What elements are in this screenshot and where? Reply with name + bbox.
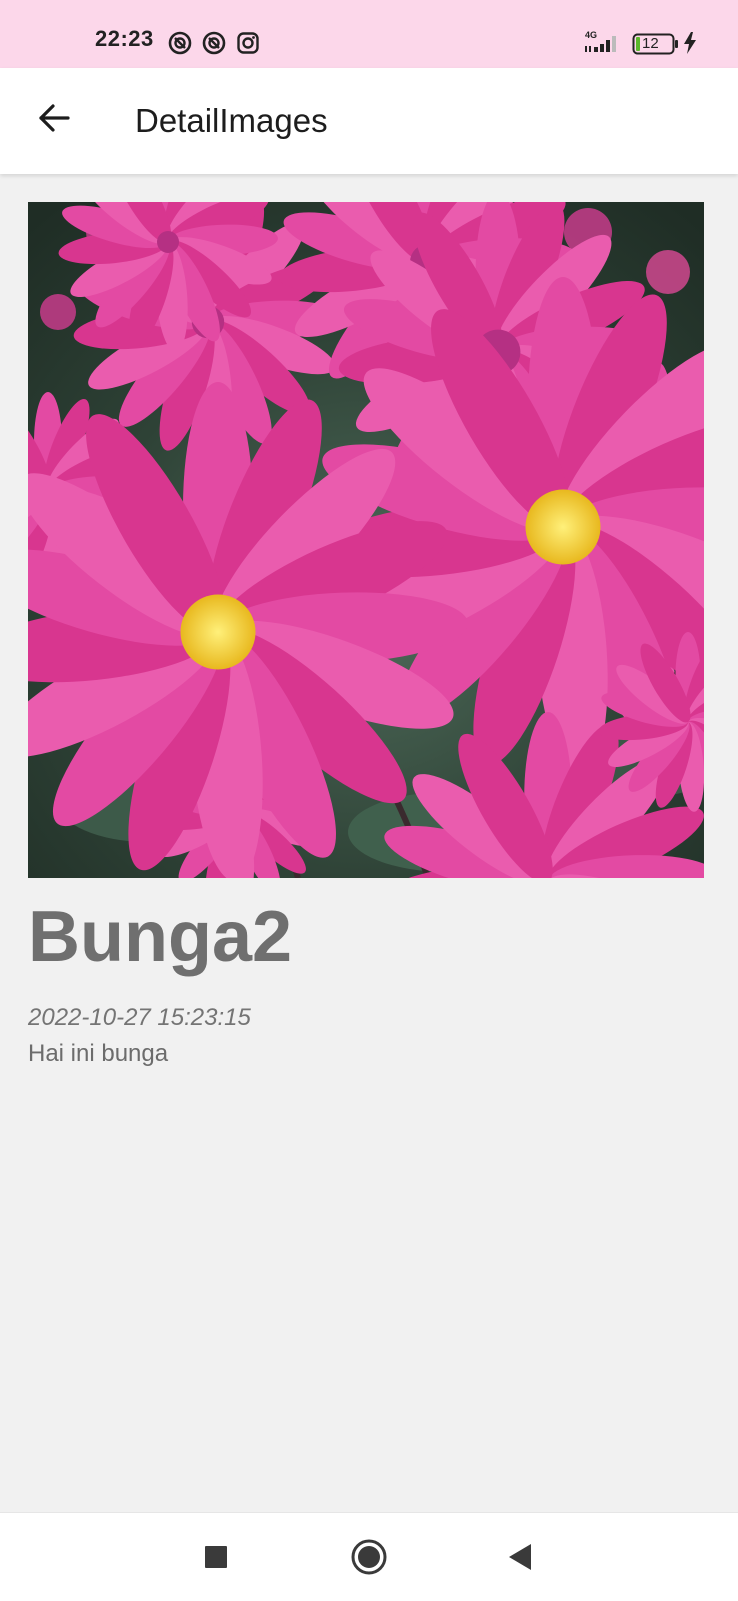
charging-icon xyxy=(684,32,696,54)
recent-apps-button[interactable] xyxy=(192,1533,240,1581)
home-button[interactable] xyxy=(345,1533,393,1581)
detail-date: 2022-10-27 15:23:15 xyxy=(28,1004,251,1031)
detail-description: Hai ini bunga xyxy=(28,1040,169,1067)
status-bar: 22:23 4G 12 xyxy=(0,0,738,68)
battery-level: 12 xyxy=(642,35,659,52)
back-icon xyxy=(509,1544,531,1570)
home-icon xyxy=(351,1539,387,1575)
recent-apps-icon xyxy=(205,1546,227,1568)
nav-back-button[interactable] xyxy=(496,1533,544,1581)
detail-image xyxy=(28,202,704,878)
instagram-icon xyxy=(237,32,259,54)
page-title: DetailImages xyxy=(135,102,328,139)
back-button[interactable] xyxy=(26,90,82,146)
status-time: 22:23 xyxy=(95,26,154,51)
arrow-left-icon xyxy=(39,104,70,132)
signal-icon xyxy=(585,36,616,52)
notification-icon xyxy=(168,31,192,55)
notification-icon-2 xyxy=(202,31,226,55)
detail-title: Bunga2 xyxy=(28,897,293,977)
system-nav-bar xyxy=(0,1512,738,1601)
app-bar: DetailImages xyxy=(0,68,738,174)
